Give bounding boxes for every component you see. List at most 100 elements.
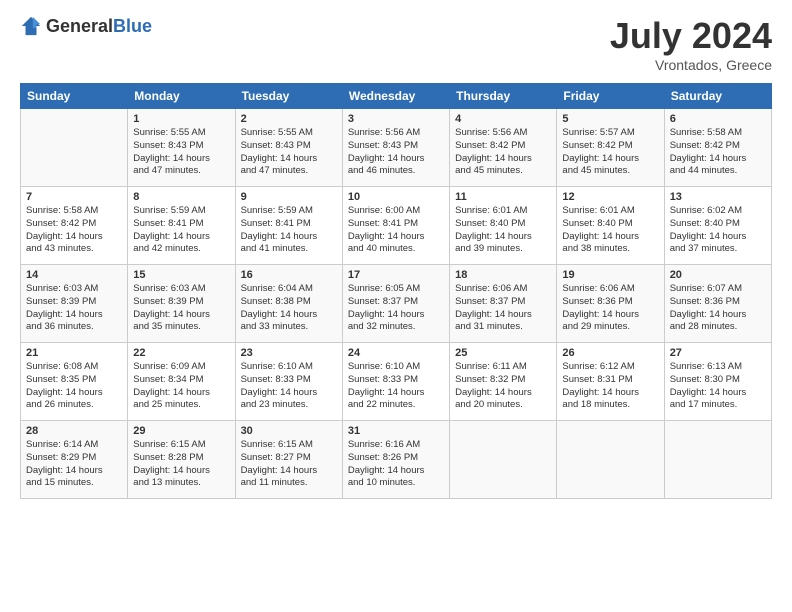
col-monday: Monday [128,84,235,109]
cell-text: Sunrise: 6:06 AM Sunset: 8:37 PM Dayligh… [455,283,551,334]
table-cell: 1Sunrise: 5:55 AM Sunset: 8:43 PM Daylig… [128,109,235,187]
cell-text: Sunrise: 6:01 AM Sunset: 8:40 PM Dayligh… [562,205,658,256]
cell-text: Sunrise: 6:10 AM Sunset: 8:33 PM Dayligh… [241,361,337,412]
table-cell: 19 Sunrise: 6:06 AM Sunset: 8:36 PM Dayli… [557,265,664,343]
day-number: 15 [133,269,229,281]
table-cell: 25 Sunrise: 6:11 AM Sunset: 8:32 PM Dayli… [450,343,557,421]
table-cell: 26Sunrise: 6:12 AM Sunset: 8:31 PM Dayli… [557,343,664,421]
cell-text: Sunrise: 5:57 AM Sunset: 8:42 PM Dayligh… [562,127,658,178]
logo: GeneralBlue [20,15,152,37]
cell-text: Sunrise: 6:02 AM Sunset: 8:40 PM Dayligh… [670,205,766,256]
col-saturday: Saturday [664,84,771,109]
day-number: 8 [133,191,229,203]
table-cell: 20 Sunrise: 6:07 AM Sunset: 8:36 PM Dayli… [664,265,771,343]
table-cell: 2 Sunrise: 5:55 AM Sunset: 8:43 PM Daylig… [235,109,342,187]
day-number: 4 [455,113,551,125]
table-cell: 3 Sunrise: 5:56 AM Sunset: 8:43 PM Daylig… [342,109,449,187]
day-number: 5 [562,113,658,125]
cell-text: Sunrise: 6:16 AM Sunset: 8:26 PM Dayligh… [348,439,444,490]
cell-text: Sunrise: 6:10 AM Sunset: 8:33 PM Dayligh… [348,361,444,412]
cell-text: Sunrise: 5:59 AM Sunset: 8:41 PM Dayligh… [133,205,229,256]
day-number: 20 [670,269,766,281]
day-number: 18 [455,269,551,281]
table-row: 28 Sunrise: 6:14 AM Sunset: 8:29 PM Dayli… [21,421,772,499]
day-number: 14 [26,269,122,281]
table-cell [450,421,557,499]
table-cell: 16Sunrise: 6:04 AM Sunset: 8:38 PM Dayli… [235,265,342,343]
day-number: 3 [348,113,444,125]
cell-text: Sunrise: 6:05 AM Sunset: 8:37 PM Dayligh… [348,283,444,334]
day-number: 21 [26,347,122,359]
day-number: 2 [241,113,337,125]
table-cell: 28 Sunrise: 6:14 AM Sunset: 8:29 PM Dayli… [21,421,128,499]
cell-text: Sunrise: 6:11 AM Sunset: 8:32 PM Dayligh… [455,361,551,412]
table-cell: 30 Sunrise: 6:15 AM Sunset: 8:27 PM Dayli… [235,421,342,499]
day-number: 22 [133,347,229,359]
table-cell: 23Sunrise: 6:10 AM Sunset: 8:33 PM Dayli… [235,343,342,421]
table-cell [664,421,771,499]
table-cell: 27Sunrise: 6:13 AM Sunset: 8:30 PM Dayli… [664,343,771,421]
header: GeneralBlue July 2024 Vrontados, Greece [20,15,772,73]
table-row: 1Sunrise: 5:55 AM Sunset: 8:43 PM Daylig… [21,109,772,187]
cell-text: Sunrise: 6:15 AM Sunset: 8:27 PM Dayligh… [241,439,337,490]
day-number: 28 [26,425,122,437]
cell-text: Sunrise: 6:15 AM Sunset: 8:28 PM Dayligh… [133,439,229,490]
cell-text: Sunrise: 6:01 AM Sunset: 8:40 PM Dayligh… [455,205,551,256]
cell-text: Sunrise: 6:00 AM Sunset: 8:41 PM Dayligh… [348,205,444,256]
day-number: 9 [241,191,337,203]
table-row: 14 Sunrise: 6:03 AM Sunset: 8:39 PM Dayli… [21,265,772,343]
day-number: 17 [348,269,444,281]
cell-text: Sunrise: 5:58 AM Sunset: 8:42 PM Dayligh… [670,127,766,178]
cell-text: Sunrise: 6:06 AM Sunset: 8:36 PM Dayligh… [562,283,658,334]
table-cell: 15 Sunrise: 6:03 AM Sunset: 8:39 PM Dayli… [128,265,235,343]
table-cell: 11 Sunrise: 6:01 AM Sunset: 8:40 PM Dayli… [450,187,557,265]
day-number: 31 [348,425,444,437]
cell-text: Sunrise: 5:58 AM Sunset: 8:42 PM Dayligh… [26,205,122,256]
day-number: 24 [348,347,444,359]
cell-text: Sunrise: 6:07 AM Sunset: 8:36 PM Dayligh… [670,283,766,334]
table-cell: 10 Sunrise: 6:00 AM Sunset: 8:41 PM Dayli… [342,187,449,265]
month-title: July 2024 [610,15,772,57]
col-wednesday: Wednesday [342,84,449,109]
cell-text: Sunrise: 5:59 AM Sunset: 8:41 PM Dayligh… [241,205,337,256]
cell-text: Sunrise: 6:03 AM Sunset: 8:39 PM Dayligh… [26,283,122,334]
table-cell: 22 Sunrise: 6:09 AM Sunset: 8:34 PM Dayli… [128,343,235,421]
header-row: Sunday Monday Tuesday Wednesday Thursday… [21,84,772,109]
table-cell: 14 Sunrise: 6:03 AM Sunset: 8:39 PM Dayli… [21,265,128,343]
cell-text: Sunrise: 6:03 AM Sunset: 8:39 PM Dayligh… [133,283,229,334]
cell-text: Sunrise: 5:55 AM Sunset: 8:43 PM Dayligh… [133,127,229,178]
day-number: 7 [26,191,122,203]
table-cell: 13Sunrise: 6:02 AM Sunset: 8:40 PM Dayli… [664,187,771,265]
day-number: 11 [455,191,551,203]
table-row: 21 Sunrise: 6:08 AM Sunset: 8:35 PM Dayli… [21,343,772,421]
location: Vrontados, Greece [610,57,772,73]
table-cell: 6Sunrise: 5:58 AM Sunset: 8:42 PM Daylig… [664,109,771,187]
cell-text: Sunrise: 6:13 AM Sunset: 8:30 PM Dayligh… [670,361,766,412]
table-cell: 17 Sunrise: 6:05 AM Sunset: 8:37 PM Dayli… [342,265,449,343]
title-section: July 2024 Vrontados, Greece [610,15,772,73]
page: GeneralBlue July 2024 Vrontados, Greece … [0,0,792,612]
cell-text: Sunrise: 5:56 AM Sunset: 8:43 PM Dayligh… [348,127,444,178]
table-cell: 31 Sunrise: 6:16 AM Sunset: 8:26 PM Dayli… [342,421,449,499]
cell-text: Sunrise: 6:09 AM Sunset: 8:34 PM Dayligh… [133,361,229,412]
logo-text-blue: Blue [113,16,152,36]
logo-text-general: General [46,16,113,36]
table-cell: 7 Sunrise: 5:58 AM Sunset: 8:42 PM Daylig… [21,187,128,265]
table-cell: 29Sunrise: 6:15 AM Sunset: 8:28 PM Dayli… [128,421,235,499]
day-number: 19 [562,269,658,281]
table-cell: 8 Sunrise: 5:59 AM Sunset: 8:41 PM Daylig… [128,187,235,265]
table-cell [557,421,664,499]
cell-text: Sunrise: 6:08 AM Sunset: 8:35 PM Dayligh… [26,361,122,412]
calendar-table: Sunday Monday Tuesday Wednesday Thursday… [20,83,772,499]
col-tuesday: Tuesday [235,84,342,109]
day-number: 10 [348,191,444,203]
cell-text: Sunrise: 5:55 AM Sunset: 8:43 PM Dayligh… [241,127,337,178]
day-number: 30 [241,425,337,437]
day-number: 25 [455,347,551,359]
col-thursday: Thursday [450,84,557,109]
cell-text: Sunrise: 6:14 AM Sunset: 8:29 PM Dayligh… [26,439,122,490]
table-cell: 12Sunrise: 6:01 AM Sunset: 8:40 PM Dayli… [557,187,664,265]
table-cell: 18 Sunrise: 6:06 AM Sunset: 8:37 PM Dayli… [450,265,557,343]
table-cell: 9 Sunrise: 5:59 AM Sunset: 8:41 PM Daylig… [235,187,342,265]
table-cell [21,109,128,187]
